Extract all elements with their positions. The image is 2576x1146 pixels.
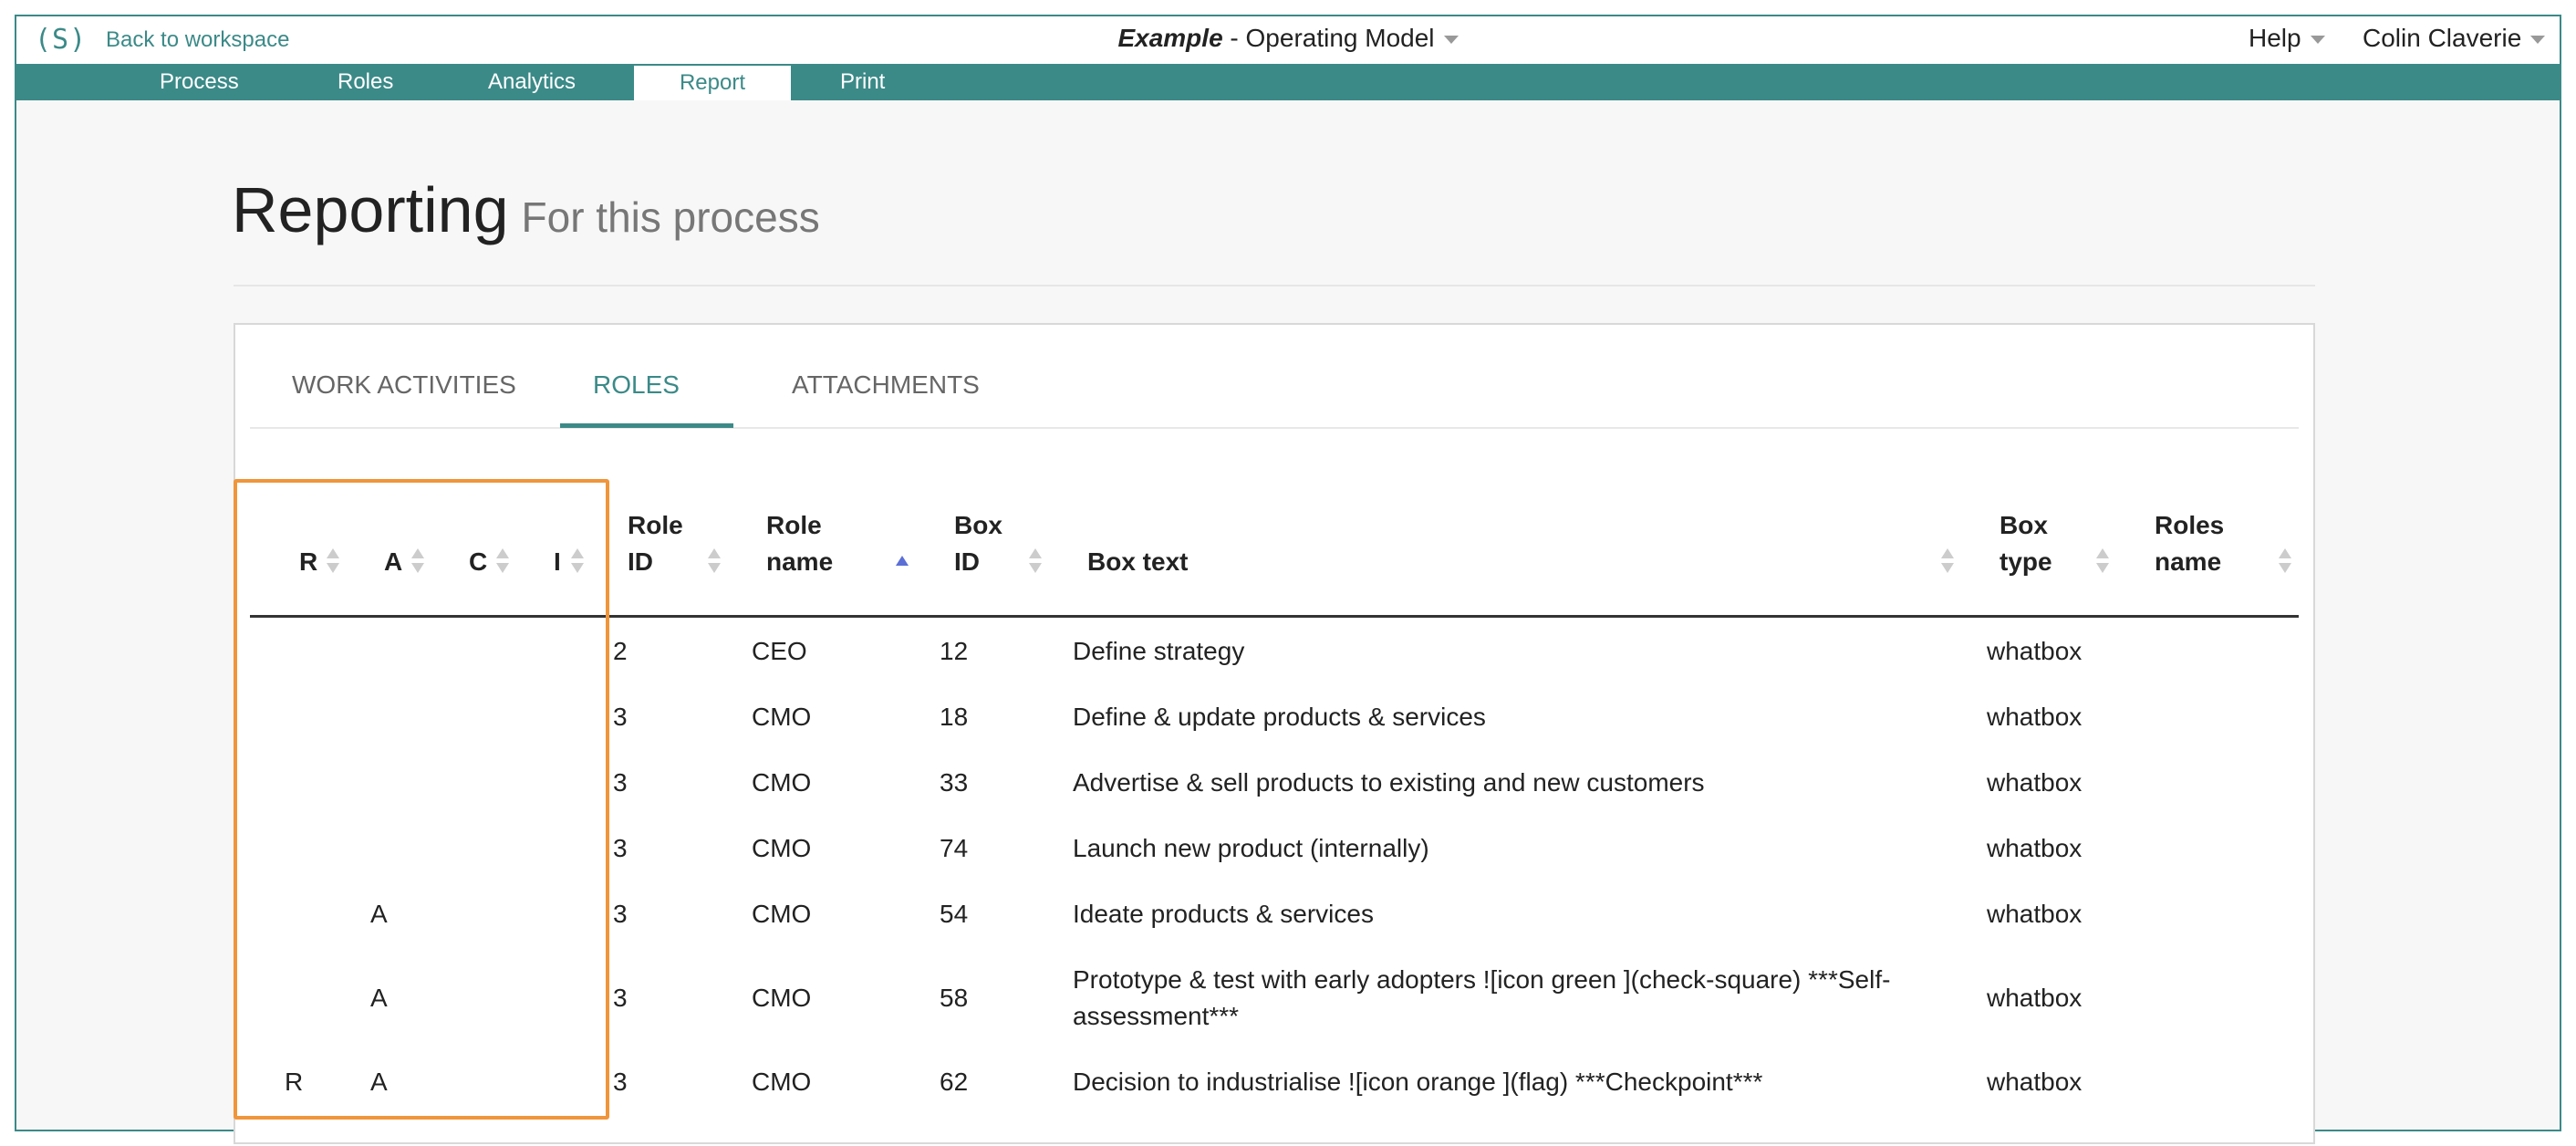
header-box-id-line2: ID <box>954 547 980 576</box>
help-label: Help <box>2249 24 2301 52</box>
chevron-down-icon <box>2530 36 2546 45</box>
user-menu[interactable]: Colin Claverie <box>2363 24 2546 53</box>
cell-box-id: 33 <box>940 768 969 797</box>
document-title[interactable]: Example - Operating Model <box>16 24 2560 53</box>
header-roles-name[interactable]: Roles name <box>2155 507 2224 580</box>
main-nav: Process Roles Analytics Report Print <box>16 64 2560 100</box>
header-c[interactable]: C <box>469 544 487 580</box>
header-i[interactable]: I <box>554 544 561 580</box>
report-panel: WORK ACTIVITIES ROLES ATTACHMENTS R A C … <box>234 323 2315 1144</box>
cell-r: R <box>285 1068 304 1096</box>
header-role-id-line2: ID <box>628 547 653 576</box>
header-box-type-line1: Box <box>2000 511 2048 539</box>
nav-roles[interactable]: Roles <box>338 64 393 100</box>
cell-role-id: 3 <box>613 703 628 731</box>
sort-icon[interactable] <box>327 548 339 576</box>
cell-role-id: 3 <box>613 834 628 862</box>
cell-role-id: 3 <box>613 984 628 1012</box>
cell-role-name: CEO <box>752 637 807 665</box>
header-a[interactable]: A <box>384 544 402 580</box>
cell-box-text: Decision to industrialise ![icon orange … <box>1073 1068 1763 1096</box>
cell-box-type: whatbox <box>1987 637 2083 665</box>
top-bar: (S) Back to workspace Example - Operatin… <box>16 16 2560 64</box>
cell-role-name: CMO <box>752 1068 812 1096</box>
nav-print[interactable]: Print <box>840 64 885 100</box>
sort-icon[interactable] <box>2279 548 2291 576</box>
header-box-id-line1: Box <box>954 511 1002 539</box>
nav-process[interactable]: Process <box>160 64 239 100</box>
cell-role-id: 3 <box>613 900 628 928</box>
header-box-text[interactable]: Box text <box>1087 544 1188 580</box>
divider <box>234 285 2315 286</box>
cell-box-text: Define strategy <box>1073 637 1245 665</box>
cell-box-type: whatbox <box>1987 1068 2083 1096</box>
page-subtitle: For this process <box>521 193 820 241</box>
header-role-name[interactable]: Role name <box>766 507 833 580</box>
cell-box-id: 62 <box>940 1068 969 1096</box>
cell-box-id: 74 <box>940 834 969 862</box>
tab-work-activities[interactable]: WORK ACTIVITIES <box>292 370 516 400</box>
cell-box-text: Launch new product (internally) <box>1073 834 1429 862</box>
header-box-type[interactable]: Box type <box>2000 507 2052 580</box>
cell-box-id: 18 <box>940 703 969 731</box>
cell-box-id: 54 <box>940 900 969 928</box>
sort-icon[interactable] <box>708 548 721 576</box>
cell-a: A <box>370 900 388 928</box>
sort-icon[interactable] <box>496 548 509 576</box>
report-tabs: WORK ACTIVITIES ROLES ATTACHMENTS <box>250 325 2299 429</box>
tab-roles[interactable]: ROLES <box>593 370 680 400</box>
cell-a: A <box>370 1068 388 1096</box>
cell-role-id: 3 <box>613 1068 628 1096</box>
cell-box-type: whatbox <box>1987 984 2083 1012</box>
page-title: Reporting <box>232 174 509 245</box>
cell-box-id: 12 <box>940 637 969 665</box>
cell-role-name: CMO <box>752 768 812 797</box>
user-name: Colin Claverie <box>2363 24 2522 52</box>
header-role-id[interactable]: Role ID <box>628 507 683 580</box>
cell-role-id: 2 <box>613 637 628 665</box>
chevron-down-icon <box>1443 36 1459 45</box>
header-box-type-line2: type <box>2000 547 2052 576</box>
nav-analytics[interactable]: Analytics <box>488 64 576 100</box>
cell-box-text: Ideate products & services <box>1073 900 1374 928</box>
cell-role-name: CMO <box>752 703 812 731</box>
help-menu[interactable]: Help <box>2249 24 2325 53</box>
cell-role-name: CMO <box>752 900 812 928</box>
table-header-rule <box>250 615 2299 618</box>
cell-box-type: whatbox <box>1987 703 2083 731</box>
cell-box-type: whatbox <box>1987 768 2083 797</box>
sort-icon[interactable] <box>1941 548 1954 576</box>
cell-role-name: CMO <box>752 984 812 1012</box>
cell-a: A <box>370 984 388 1012</box>
document-title-name: Example <box>1117 24 1223 52</box>
sort-icon[interactable] <box>571 548 584 576</box>
cell-box-text: Define & update products & services <box>1073 703 1486 731</box>
header-role-name-line1: Role <box>766 511 822 539</box>
nav-report[interactable]: Report <box>634 66 791 100</box>
sort-ascending-icon[interactable] <box>896 548 909 576</box>
header-box-id[interactable]: Box ID <box>954 507 1002 580</box>
sort-icon[interactable] <box>2096 548 2109 576</box>
active-tab-indicator <box>560 423 733 428</box>
cell-role-name: CMO <box>752 834 812 862</box>
tab-attachments[interactable]: ATTACHMENTS <box>792 370 980 400</box>
cell-role-id: 3 <box>613 768 628 797</box>
header-role-id-line1: Role <box>628 511 683 539</box>
cell-box-type: whatbox <box>1987 900 2083 928</box>
sort-icon[interactable] <box>1029 548 1042 576</box>
sort-icon[interactable] <box>411 548 424 576</box>
header-roles-name-line2: name <box>2155 547 2222 576</box>
cell-box-id: 58 <box>940 984 969 1012</box>
cell-box-type: whatbox <box>1987 834 2083 862</box>
document-title-rest: - Operating Model <box>1222 24 1435 52</box>
page-heading: Reporting For this process <box>232 173 820 246</box>
cell-box-text: Prototype & test with early adopters ![i… <box>1073 965 1891 1030</box>
cell-box-text: Advertise & sell products to existing an… <box>1073 768 1705 797</box>
header-role-name-line2: name <box>766 547 834 576</box>
header-roles-name-line1: Roles <box>2155 511 2225 539</box>
header-r[interactable]: R <box>299 544 317 580</box>
chevron-down-icon <box>2310 36 2325 45</box>
